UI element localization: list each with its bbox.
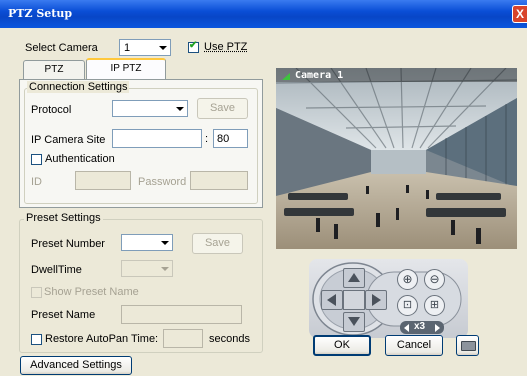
seconds-label: seconds xyxy=(209,333,250,345)
restore-autopan-label: Restore AutoPan Time: xyxy=(45,333,159,345)
chevron-down-icon xyxy=(173,102,186,115)
arrow-down-icon xyxy=(348,317,360,326)
port-value: 80 xyxy=(217,133,230,145)
tab-ptz-label: PTZ xyxy=(44,64,64,75)
protocol-label: Protocol xyxy=(31,104,72,116)
advanced-settings-button[interactable]: Advanced Settings xyxy=(20,356,132,375)
focus-far-button[interactable]: ⊞ xyxy=(424,295,445,316)
pan-center-button[interactable] xyxy=(343,290,365,310)
camera-preview: Camera 1 xyxy=(276,68,517,249)
tab-ip-ptz-label: IP PTZ xyxy=(110,63,142,74)
chevron-down-icon xyxy=(158,262,171,275)
zoom-out-icon: ⊖ xyxy=(429,272,440,286)
show-preset-name-label: Show Preset Name xyxy=(44,286,139,298)
select-camera-label: Select Camera xyxy=(25,42,98,54)
port-separator: : xyxy=(205,133,209,145)
tab-ptz[interactable]: PTZ xyxy=(23,60,85,80)
preset-name-input[interactable] xyxy=(121,305,242,324)
pan-up-button[interactable] xyxy=(343,268,365,288)
preset-settings-title: Preset Settings xyxy=(24,212,103,224)
show-preset-name-checkbox[interactable] xyxy=(31,287,42,298)
pan-down-button[interactable] xyxy=(343,312,365,332)
connection-save-button[interactable]: Save xyxy=(197,98,248,119)
preset-save-button[interactable]: Save xyxy=(192,233,243,254)
zoom-in-icon: ⊕ xyxy=(402,272,413,286)
camera-select-value: 1 xyxy=(124,42,131,54)
chevron-down-icon xyxy=(156,41,169,54)
dialog-body: Select Camera 1 ✔ Use PTZ PTZ IP PTZ Con… xyxy=(0,28,527,376)
tab-ip-ptz[interactable]: IP PTZ xyxy=(86,58,166,80)
focus-near-icon: ⊡ xyxy=(402,299,413,311)
camera-select[interactable]: 1 xyxy=(119,39,171,56)
use-ptz-label: Use PTZ xyxy=(204,41,248,53)
window-title: PTZ Setup xyxy=(8,7,73,20)
cancel-button[interactable]: Cancel xyxy=(385,335,443,356)
focus-near-button[interactable]: ⊡ xyxy=(397,295,418,316)
arrow-right-icon xyxy=(372,294,381,306)
ptz-control-pad: ⊕ ⊖ ⊡ ⊞ x3 xyxy=(309,259,468,338)
dwell-time-select[interactable] xyxy=(121,260,173,277)
ip-camera-site-label: IP Camera Site xyxy=(31,134,106,146)
close-button[interactable]: X xyxy=(512,5,527,23)
pan-right-button[interactable] xyxy=(365,290,387,310)
arrow-up-icon xyxy=(348,273,360,282)
authentication-label: Authentication xyxy=(45,153,115,165)
zoom-in-button[interactable]: ⊕ xyxy=(397,269,418,290)
step-increase-icon[interactable] xyxy=(435,324,440,332)
print-button[interactable] xyxy=(456,335,479,356)
dwell-time-label: DwellTime xyxy=(31,264,82,276)
port-input[interactable]: 80 xyxy=(213,129,248,148)
id-input[interactable] xyxy=(75,171,131,190)
preset-number-select[interactable] xyxy=(121,234,173,251)
password-label: Password xyxy=(138,176,187,188)
password-input[interactable] xyxy=(190,171,248,190)
arrow-left-icon xyxy=(327,294,336,306)
chevron-down-icon xyxy=(158,236,171,249)
preset-name-label: Preset Name xyxy=(31,309,96,321)
pan-left-button[interactable] xyxy=(321,290,343,310)
restore-autopan-checkbox[interactable] xyxy=(31,334,42,345)
protocol-select[interactable] xyxy=(112,100,188,117)
use-ptz-checkbox[interactable]: ✔ xyxy=(188,40,199,53)
ip-camera-site-input[interactable] xyxy=(112,129,202,148)
camera-preview-image xyxy=(276,68,517,249)
zoom-step-control[interactable]: x3 xyxy=(400,321,444,334)
authentication-checkbox[interactable] xyxy=(31,154,42,165)
checkmark-icon: ✔ xyxy=(189,40,198,51)
restore-autopan-input[interactable] xyxy=(163,329,203,348)
step-decrease-icon[interactable] xyxy=(404,324,409,332)
title-bar: PTZ Setup X xyxy=(0,0,527,28)
connection-settings-title: Connection Settings xyxy=(27,81,130,93)
zoom-out-button[interactable]: ⊖ xyxy=(424,269,445,290)
camera-caption: Camera 1 xyxy=(295,70,344,81)
id-label: ID xyxy=(31,176,42,188)
preset-number-label: Preset Number xyxy=(31,238,105,250)
ok-button[interactable]: OK xyxy=(313,335,371,356)
focus-far-icon: ⊞ xyxy=(429,299,440,311)
zoom-step-value: x3 xyxy=(414,321,426,332)
printer-icon xyxy=(461,341,476,351)
